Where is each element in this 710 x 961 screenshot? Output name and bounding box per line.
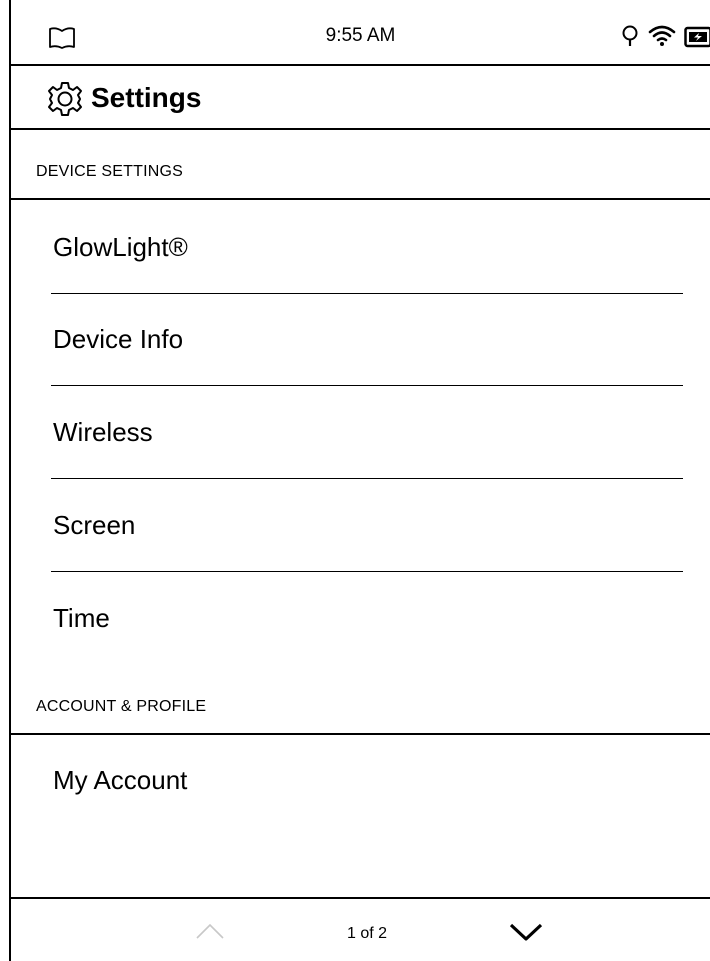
- menu-item-label: Screen: [53, 510, 136, 540]
- chevron-up-icon[interactable]: [195, 922, 225, 940]
- menu-item-label: My Account: [53, 765, 188, 795]
- pagination-footer: 1 of 2: [11, 897, 710, 961]
- section-title: ACCOUNT & PROFILE: [36, 698, 207, 715]
- menu-item-label: Time: [53, 603, 110, 633]
- device-screen: 9:55 AM Settings DEVICE SETTINGS GlowLig…: [9, 0, 710, 961]
- wifi-icon[interactable]: [648, 23, 676, 47]
- battery-icon: [684, 26, 710, 48]
- menu-item-device-info[interactable]: Device Info: [51, 294, 683, 386]
- gear-icon: [48, 82, 82, 116]
- page-indicator: 1 of 2: [347, 925, 388, 942]
- chevron-down-icon[interactable]: [508, 921, 544, 943]
- menu-item-wireless[interactable]: Wireless: [51, 387, 683, 479]
- section-header-account-profile: ACCOUNT & PROFILE: [11, 665, 710, 735]
- menu-item-label: Wireless: [53, 417, 153, 447]
- settings-header: Settings: [11, 66, 710, 130]
- menu-item-label: Device Info: [53, 324, 184, 354]
- status-time: 9:55 AM: [325, 25, 396, 46]
- menu-item-glowlight[interactable]: GlowLight®: [51, 202, 683, 294]
- status-bar: 9:55 AM: [11, 0, 710, 66]
- menu-item-label: GlowLight®: [53, 232, 188, 262]
- menu-item-screen[interactable]: Screen: [51, 480, 683, 572]
- section-title: DEVICE SETTINGS: [36, 163, 184, 180]
- section-header-device-settings: DEVICE SETTINGS: [11, 130, 710, 200]
- glowlight-icon[interactable]: [621, 25, 639, 49]
- menu-item-time[interactable]: Time: [51, 573, 683, 665]
- menu-item-my-account[interactable]: My Account: [51, 735, 683, 827]
- page-title: Settings: [91, 82, 202, 113]
